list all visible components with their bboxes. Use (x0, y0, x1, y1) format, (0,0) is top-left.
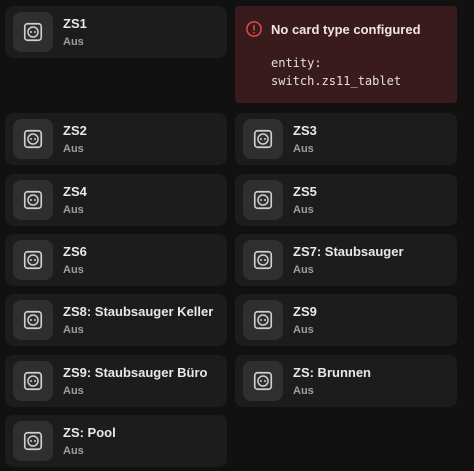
tile-state: Aus (293, 143, 314, 155)
power-socket-icon[interactable] (243, 240, 283, 280)
tile-state: Aus (293, 385, 314, 397)
tile-state: Aus (63, 385, 84, 397)
power-socket-icon[interactable] (13, 421, 53, 461)
tile-zs-brunnen[interactable]: ZS: Brunnen Aus (235, 355, 457, 407)
error-line-2: switch.zs11_tablet (271, 74, 402, 88)
tile-name: ZS: Brunnen (293, 365, 371, 380)
power-socket-icon[interactable] (13, 12, 53, 52)
tile-zs6[interactable]: ZS6 Aus (5, 234, 227, 286)
tile-state: Aus (293, 264, 314, 276)
error-card: No card type configured entity: switch.z… (235, 6, 457, 103)
error-line-1: entity: (271, 56, 322, 70)
tile-name: ZS8: Staubsauger Keller (63, 304, 214, 319)
tile-name: ZS4 (63, 184, 87, 199)
tile-state: Aus (63, 264, 84, 276)
dashboard-grid: ZS1 Aus No card type configured entity: … (0, 0, 474, 471)
power-socket-icon[interactable] (13, 300, 53, 340)
tile-name: ZS1 (63, 16, 87, 31)
power-socket-icon[interactable] (13, 361, 53, 401)
tile-name: ZS6 (63, 244, 87, 259)
tile-name: ZS9 (293, 304, 317, 319)
tile-zs7-staubsauger[interactable]: ZS7: Staubsauger Aus (235, 234, 457, 286)
tile-name: ZS7: Staubsauger (293, 244, 404, 259)
tile-zs1[interactable]: ZS1 Aus (5, 6, 227, 58)
alert-circle-icon (246, 21, 262, 37)
tile-zs-pool[interactable]: ZS: Pool Aus (5, 415, 227, 467)
error-title: No card type configured (271, 22, 421, 37)
tile-name: ZS2 (63, 123, 87, 138)
power-socket-icon[interactable] (243, 361, 283, 401)
error-config-text: entity: switch.zs11_tablet (271, 54, 401, 90)
tile-state: Aus (63, 204, 84, 216)
power-socket-icon[interactable] (13, 119, 53, 159)
tile-zs4[interactable]: ZS4 Aus (5, 174, 227, 226)
tile-name: ZS5 (293, 184, 317, 199)
tile-zs8-staubsauger-keller[interactable]: ZS8: Staubsauger Keller Aus (5, 294, 227, 346)
tile-state: Aus (63, 324, 84, 336)
tile-state: Aus (293, 204, 314, 216)
tile-name: ZS3 (293, 123, 317, 138)
power-socket-icon[interactable] (243, 300, 283, 340)
tile-zs3[interactable]: ZS3 Aus (235, 113, 457, 165)
power-socket-icon[interactable] (243, 180, 283, 220)
tile-zs9[interactable]: ZS9 Aus (235, 294, 457, 346)
power-socket-icon[interactable] (243, 119, 283, 159)
tile-zs5[interactable]: ZS5 Aus (235, 174, 457, 226)
tile-state: Aus (63, 36, 84, 48)
tile-name: ZS9: Staubsauger Büro (63, 365, 208, 380)
tile-zs2[interactable]: ZS2 Aus (5, 113, 227, 165)
power-socket-icon[interactable] (13, 240, 53, 280)
tile-name: ZS: Pool (63, 425, 116, 440)
tile-state: Aus (293, 324, 314, 336)
tile-state: Aus (63, 143, 84, 155)
tile-zs9-staubsauger-buero[interactable]: ZS9: Staubsauger Büro Aus (5, 355, 227, 407)
tile-state: Aus (63, 445, 84, 457)
power-socket-icon[interactable] (13, 180, 53, 220)
